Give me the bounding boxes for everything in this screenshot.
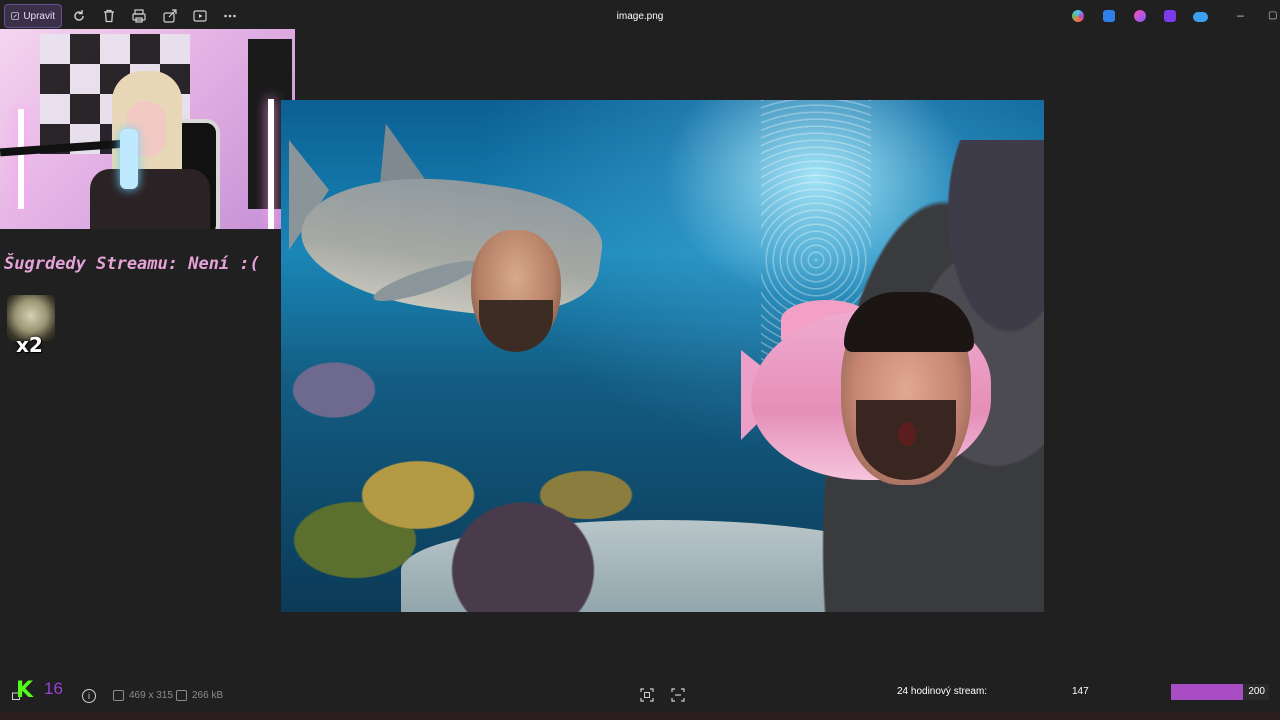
actual-size-icon[interactable] bbox=[671, 688, 685, 702]
webcam-overlay bbox=[0, 29, 295, 229]
info-icon[interactable]: i bbox=[82, 689, 96, 703]
maximize-icon[interactable]: ▢ bbox=[1268, 10, 1277, 21]
fish-face-mouth bbox=[898, 422, 916, 446]
designer-icon[interactable] bbox=[1103, 10, 1115, 22]
streamer-body bbox=[90, 169, 210, 229]
photos-toolbar: Upravit image.png – ▢ bbox=[0, 0, 1280, 32]
light-bar-left bbox=[18, 109, 24, 209]
coral-reef-left bbox=[281, 330, 691, 612]
light-bar-right bbox=[268, 99, 274, 229]
microphone bbox=[120, 129, 138, 189]
image-file-size: 266 kB bbox=[176, 690, 223, 701]
image-dimensions: 469 x 315 bbox=[113, 690, 173, 701]
shark-body bbox=[293, 159, 609, 331]
onedrive-icon[interactable] bbox=[1193, 12, 1208, 22]
stream-goal-label: 24 hodinový stream: bbox=[897, 686, 988, 697]
emote-count: x2 bbox=[16, 333, 43, 357]
dimensions-value: 469 x 315 bbox=[129, 690, 173, 701]
bottom-strip bbox=[0, 712, 1280, 720]
dimensions-icon bbox=[113, 690, 124, 701]
clipchamp-icon[interactable] bbox=[1164, 10, 1176, 22]
stream-goal-target: 200 bbox=[1248, 686, 1265, 697]
kick-viewer-count: 16 bbox=[44, 679, 63, 698]
copilot-icon[interactable] bbox=[1072, 10, 1084, 22]
stream-goal-current: 147 bbox=[1072, 686, 1089, 697]
stream-goal-progress-fill bbox=[1171, 684, 1244, 700]
main-image bbox=[281, 100, 1044, 612]
fit-to-window-icon[interactable] bbox=[640, 688, 654, 702]
window-title: image.png bbox=[616, 11, 664, 22]
sugrdedy-status: Šugrdedy Streamu: Není :( bbox=[4, 254, 260, 274]
file-size-icon bbox=[176, 690, 187, 701]
paint-icon[interactable] bbox=[1134, 10, 1146, 22]
kick-logo: K bbox=[16, 678, 34, 703]
stream-goal-progress: 200 bbox=[1171, 684, 1269, 700]
minimize-icon[interactable]: – bbox=[1237, 8, 1244, 22]
file-size-value: 266 kB bbox=[192, 690, 224, 701]
